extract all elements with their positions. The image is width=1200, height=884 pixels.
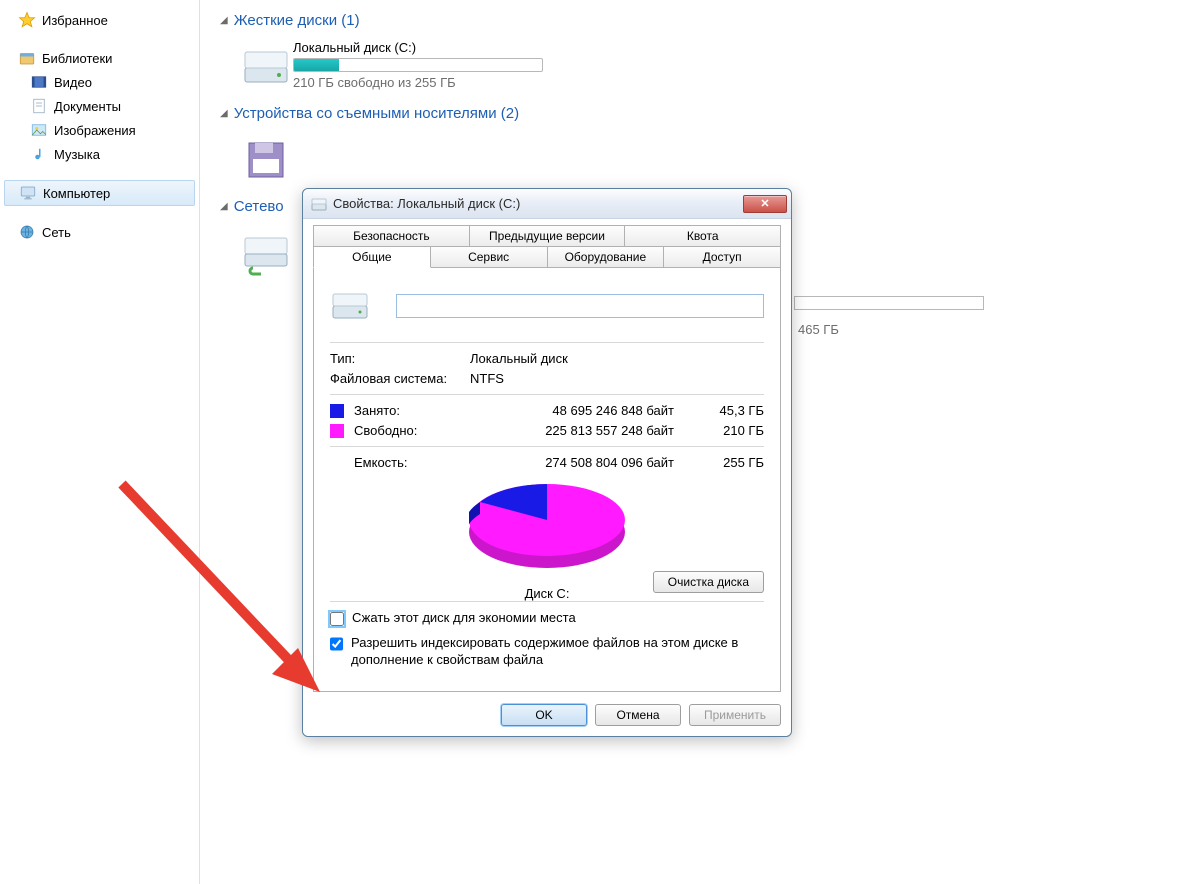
index-checkbox[interactable] xyxy=(330,637,343,651)
images-icon xyxy=(30,121,48,139)
drive-free-text: 210 ГБ свободно из 255 ГБ xyxy=(293,75,589,90)
dialog-titlebar[interactable]: Свойства: Локальный диск (C:) ✕ xyxy=(303,189,791,219)
drive-icon xyxy=(239,40,293,90)
video-icon xyxy=(30,73,48,91)
capacity-gb: 255 ГБ xyxy=(694,455,764,470)
cancel-button[interactable]: Отмена xyxy=(595,704,681,726)
partial-text: 465 ГБ xyxy=(798,322,839,337)
drive-tile-floppy[interactable] xyxy=(234,128,594,188)
used-bytes: 48 695 246 848 байт xyxy=(470,403,694,418)
filesystem-value: NTFS xyxy=(470,371,764,386)
sidebar-label: Музыка xyxy=(54,147,100,162)
tab-panel-general: Тип: Локальный диск Файловая система: NT… xyxy=(313,267,781,692)
disk-usage-pie xyxy=(457,476,637,580)
ok-button[interactable]: OK xyxy=(501,704,587,726)
floppy-icon xyxy=(239,133,293,183)
compress-label[interactable]: Сжать этот диск для экономии места xyxy=(352,610,576,627)
compress-checkbox-row: Сжать этот диск для экономии места xyxy=(330,610,764,627)
collapse-icon: ◢ xyxy=(220,108,228,119)
drive-large-icon xyxy=(330,286,370,326)
collapse-icon: ◢ xyxy=(220,15,228,26)
network-drive-icon xyxy=(239,226,293,276)
music-icon xyxy=(30,145,48,163)
used-color-swatch xyxy=(330,404,344,418)
sidebar-item-network[interactable]: Сеть xyxy=(0,220,199,244)
sidebar-label: Избранное xyxy=(42,13,108,28)
tab-sharing[interactable]: Доступ xyxy=(664,246,781,268)
free-bytes: 225 813 557 248 байт xyxy=(470,423,694,438)
index-checkbox-row: Разрешить индексировать содержимое файло… xyxy=(330,635,764,669)
tab-hardware[interactable]: Оборудование xyxy=(548,246,665,268)
properties-dialog: Свойства: Локальный диск (C:) ✕ Безопасн… xyxy=(302,188,792,737)
tab-tools[interactable]: Сервис xyxy=(431,246,548,268)
apply-button[interactable]: Применить xyxy=(689,704,781,726)
section-hard-disks[interactable]: ◢Жесткие диски (1) xyxy=(220,12,1180,29)
star-icon xyxy=(18,11,36,29)
sidebar-label: Документы xyxy=(54,99,121,114)
tab-row-bottom: Общие Сервис Оборудование Доступ xyxy=(313,246,781,268)
sidebar-item-music[interactable]: Музыка xyxy=(0,142,199,166)
sidebar-item-video[interactable]: Видео xyxy=(0,70,199,94)
sidebar-label: Компьютер xyxy=(43,186,110,201)
type-label: Тип: xyxy=(330,351,470,366)
section-removable[interactable]: ◢Устройства со съемными носителями (2) xyxy=(220,105,1180,122)
navigation-sidebar: Избранное Библиотеки Видео Документы Изо… xyxy=(0,0,200,884)
drive-label-input[interactable] xyxy=(396,294,764,318)
sidebar-item-computer[interactable]: Компьютер xyxy=(4,180,195,206)
partial-bar xyxy=(794,296,984,310)
capacity-label: Емкость: xyxy=(354,455,470,470)
drive-tile-c[interactable]: Локальный диск (C:) 210 ГБ свободно из 2… xyxy=(234,35,594,95)
tab-security[interactable]: Безопасность xyxy=(313,225,470,246)
sidebar-label: Видео xyxy=(54,75,92,90)
sidebar-item-libraries[interactable]: Библиотеки xyxy=(0,46,199,70)
dialog-title: Свойства: Локальный диск (C:) xyxy=(333,196,743,211)
tab-quota[interactable]: Квота xyxy=(625,225,781,246)
tab-row-top: Безопасность Предыдущие версии Квота xyxy=(313,225,781,246)
filesystem-label: Файловая система: xyxy=(330,371,470,386)
index-label[interactable]: Разрешить индексировать содержимое файло… xyxy=(351,635,764,669)
sidebar-label: Сеть xyxy=(42,225,71,240)
compress-checkbox[interactable] xyxy=(330,612,344,626)
drive-icon xyxy=(311,196,327,212)
free-gb: 210 ГБ xyxy=(694,423,764,438)
sidebar-item-favorites[interactable]: Избранное xyxy=(0,8,199,32)
disk-cleanup-button[interactable]: Очистка диска xyxy=(653,571,764,593)
network-icon xyxy=(18,223,36,241)
drive-name: Локальный диск (C:) xyxy=(293,40,589,55)
tab-previous-versions[interactable]: Предыдущие версии xyxy=(470,225,626,246)
collapse-icon: ◢ xyxy=(220,201,228,212)
sidebar-label: Библиотеки xyxy=(42,51,112,66)
close-button[interactable]: ✕ xyxy=(743,195,787,213)
used-label: Занято: xyxy=(354,403,470,418)
capacity-bytes: 274 508 804 096 байт xyxy=(470,455,694,470)
free-label: Свободно: xyxy=(354,423,470,438)
sidebar-item-images[interactable]: Изображения xyxy=(0,118,199,142)
sidebar-item-documents[interactable]: Документы xyxy=(0,94,199,118)
tab-general[interactable]: Общие xyxy=(313,246,431,268)
sidebar-label: Изображения xyxy=(54,123,136,138)
libraries-icon xyxy=(18,49,36,67)
free-color-swatch xyxy=(330,424,344,438)
used-gb: 45,3 ГБ xyxy=(694,403,764,418)
documents-icon xyxy=(30,97,48,115)
type-value: Локальный диск xyxy=(470,351,764,366)
computer-icon xyxy=(19,184,37,202)
drive-space-bar xyxy=(293,58,543,72)
